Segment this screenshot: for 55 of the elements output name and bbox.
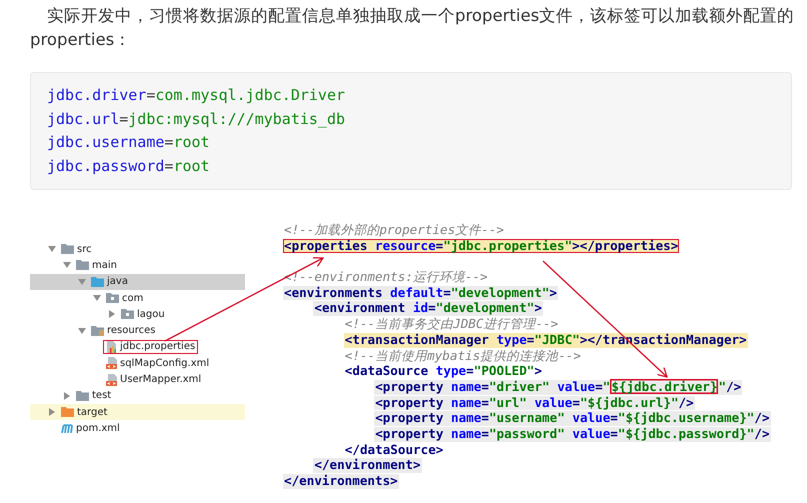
code-line: <!--当前事务交由JDBC进行管理--> <box>344 317 560 332</box>
code-line: <!--environments:运行环境--> <box>283 270 489 285</box>
tree-row[interactable]: target <box>30 404 245 420</box>
code-line: </dataSource> <box>344 442 444 458</box>
folder-icon <box>121 309 134 320</box>
tree-row[interactable]: UserMapper.xml <box>30 371 245 388</box>
folder-icon <box>106 293 119 304</box>
expand-arrow-icon[interactable] <box>93 294 101 302</box>
code-line: <dataSource type="POOLED"> <box>344 364 543 379</box>
code-line: jdbc.password=root <box>47 156 211 176</box>
properties-file-icon <box>106 340 117 353</box>
code-line: <!--加载外部的properties文件--> <box>283 223 505 238</box>
tree-row[interactable]: test <box>30 388 245 404</box>
folder-icon <box>61 244 74 254</box>
code-line: <!--当前使用mybatis提供的连接池--> <box>344 348 582 364</box>
tree-item-label: resources <box>107 325 156 336</box>
expand-arrow-icon[interactable] <box>48 245 56 254</box>
expand-arrow-icon[interactable] <box>78 278 86 286</box>
tree-item-label: target <box>77 406 108 418</box>
folder-icon <box>91 326 104 336</box>
folder-icon <box>76 390 89 401</box>
tree-row[interactable]: com <box>30 290 245 306</box>
tree-item-label: test <box>92 390 112 402</box>
maven-file-icon <box>61 423 73 434</box>
expand-arrow-icon[interactable] <box>78 326 86 335</box>
folder-icon <box>61 407 74 418</box>
tree-row[interactable]: java <box>30 274 245 290</box>
tree-row[interactable]: lagou <box>30 306 245 322</box>
collapse-arrow-icon[interactable] <box>63 392 71 400</box>
tree-row[interactable]: src <box>30 241 245 258</box>
tree-item-label: main <box>92 260 117 271</box>
tree-item-label: src <box>77 244 92 255</box>
collapse-arrow-icon[interactable] <box>48 408 56 416</box>
code-line: jdbc.url=jdbc:mysql:///mybatis_db <box>47 108 346 130</box>
tree-row[interactable]: main <box>30 257 245 274</box>
paragraph: 实际开发中，习惯将数据源的配置信息单独抽取成一个properties文件，该标签可以加载额外配置的properties： <box>30 5 795 51</box>
tree-item-label: sqlMapConfig.xml <box>120 358 210 369</box>
tree-item-label: UserMapper.xml <box>120 374 202 386</box>
tree-item-label: jdbc.properties <box>120 341 196 352</box>
folder-icon <box>76 260 89 270</box>
collapse-arrow-icon[interactable] <box>108 310 116 318</box>
tree-row[interactable]: pom.xml <box>30 420 245 437</box>
code-line: jdbc.username=root <box>47 132 211 153</box>
tree-item-label: lagou <box>137 308 165 320</box>
tree-row[interactable]: sqlMapConfig.xml <box>30 355 245 372</box>
tree-item-label: pom.xml <box>76 422 120 434</box>
tree-row[interactable]: jdbc.properties <box>30 338 245 356</box>
tree-item-label: com <box>122 292 144 304</box>
xml-file-icon <box>106 374 117 386</box>
folder-icon <box>91 276 104 287</box>
tree-item-label: java <box>107 276 128 288</box>
code-line: jdbc.driver=com.mysql.jdbc.Driver <box>47 85 346 106</box>
tree-row[interactable]: resources <box>30 322 245 339</box>
expand-arrow-icon[interactable] <box>63 261 71 270</box>
xml-file-icon <box>106 357 117 370</box>
